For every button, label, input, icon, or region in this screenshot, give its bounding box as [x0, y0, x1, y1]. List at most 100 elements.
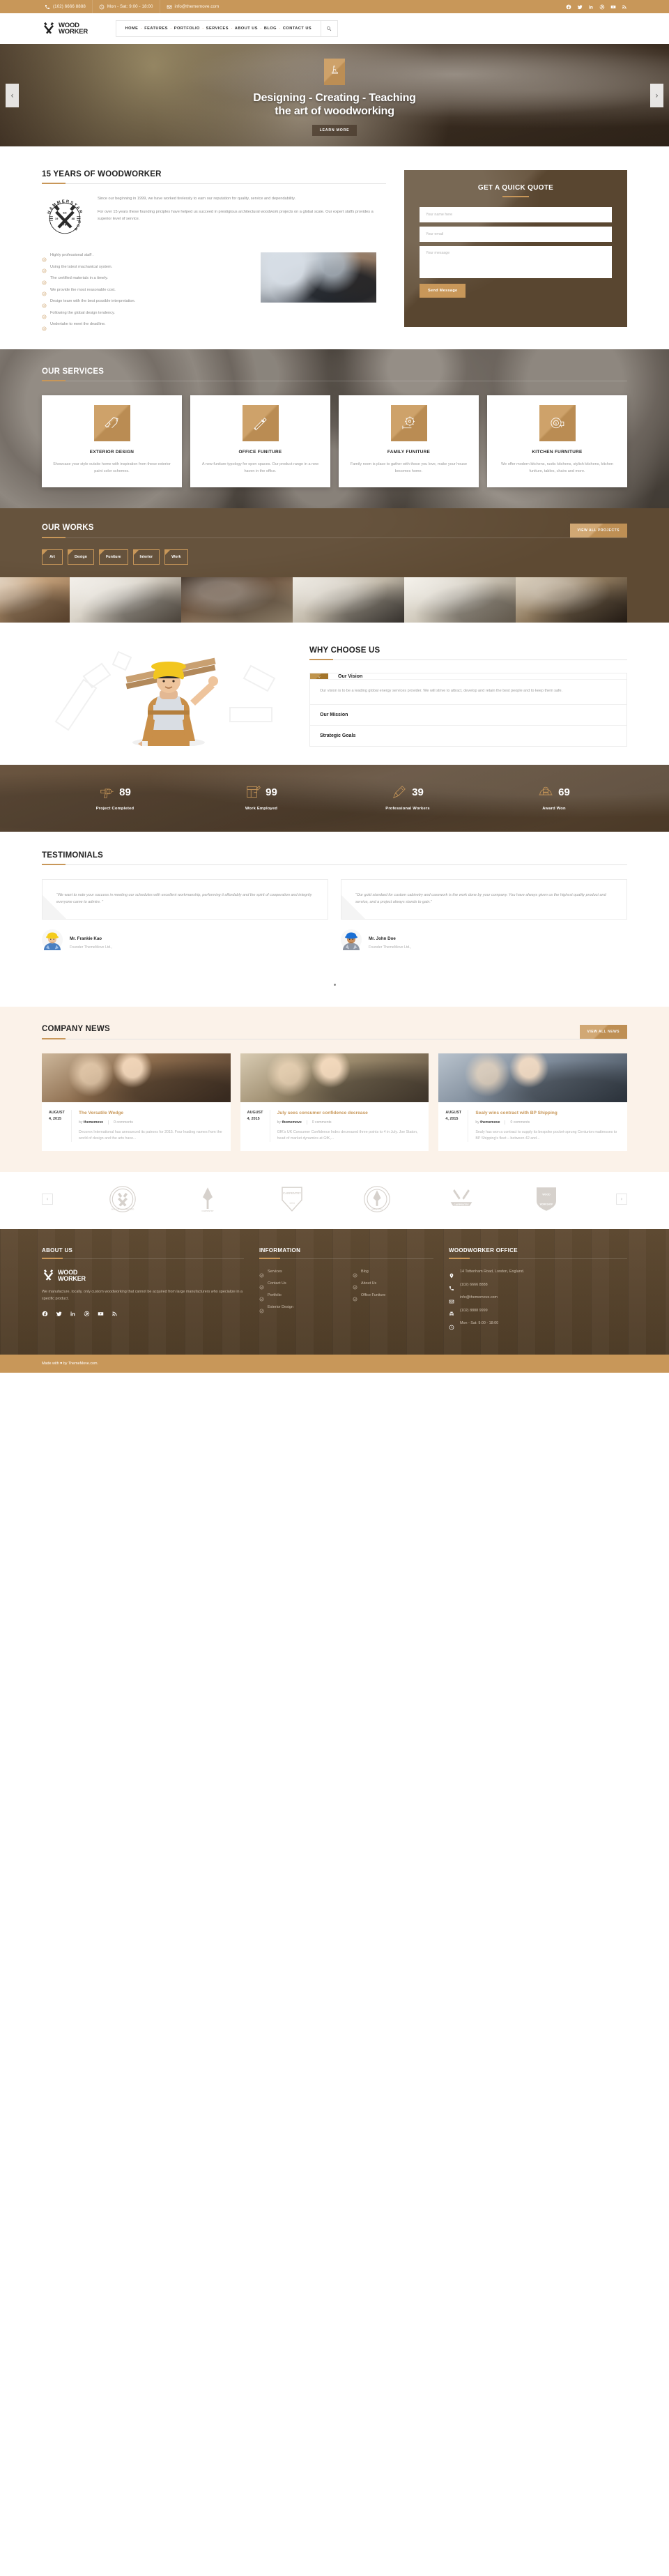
accordion-item-strategic-goals[interactable]: Strategic Goals [310, 725, 626, 746]
search-button[interactable] [320, 20, 337, 37]
social-youtube-icon[interactable] [98, 1311, 104, 1317]
social-linkedin-icon[interactable] [588, 4, 594, 10]
social-twitter-icon[interactable] [56, 1311, 62, 1317]
meta-divider [108, 1120, 109, 1125]
brands-carousel: ‹ QUALITY GUARANTEED CARPENTRY CARPENTRY… [0, 1172, 669, 1229]
view-all-news-button[interactable]: VIEW ALL NEWS [579, 1025, 627, 1039]
hero-prev-button[interactable]: ‹ [6, 83, 19, 107]
service-card-exterior-design[interactable]: EXTERIOR DESIGN Showcase your style outs… [42, 395, 182, 487]
nav-item-portfolio[interactable]: PORTFOLIO [171, 26, 202, 31]
brand-carpentry-axe[interactable]: CARPENTRY [193, 1184, 222, 1214]
brand-workshop-badge[interactable]: WOOD WORKSHOP [532, 1184, 561, 1214]
nav-item-home[interactable]: HOME [123, 26, 141, 31]
nav-item-features[interactable]: FEATURES [142, 26, 171, 31]
hero-learn-more-button[interactable]: LEARN MORE [312, 125, 357, 136]
brand-carpentry-ribbon[interactable]: CARPENTRY [447, 1184, 476, 1214]
site-logo[interactable]: WOOD WORKER [42, 22, 88, 36]
service-card-desc: We offer modern kitchens, rustic kitchen… [501, 462, 613, 473]
works-filter-design[interactable]: Design [68, 549, 94, 565]
gallery-item[interactable] [0, 577, 70, 623]
quote-send-message-button[interactable]: Send Message [420, 284, 466, 298]
view-all-projects-button[interactable]: VIEW ALL PROJECTS [569, 524, 627, 538]
news-comments[interactable]: 0 comments [114, 1120, 133, 1125]
news-card[interactable]: AUGUST 4, 2015 July sees consumer confid… [240, 1053, 429, 1151]
topbar-phone[interactable]: (102) 6666 8888 [42, 0, 92, 13]
footer-link-services[interactable]: Services [259, 1269, 340, 1278]
social-youtube-icon[interactable] [610, 4, 616, 10]
topbar-email[interactable]: info@thememove.com [159, 0, 226, 13]
copyright-suffix: by ThemeMove.com. [62, 1361, 99, 1366]
social-dribbble-icon[interactable] [84, 1311, 90, 1317]
accordion-item-our-mission[interactable]: Our Mission [310, 704, 626, 725]
testimonial-text: “Our gold standard for custom cabinetry … [355, 893, 606, 904]
check-circle-icon [259, 1281, 264, 1290]
hero-next-button[interactable]: › [650, 83, 663, 107]
site-header: WOOD WORKER HOME - FEATURES - PORTFOLIO … [0, 13, 669, 44]
counter-label: Work Employed [245, 807, 278, 811]
testimonials-pagination [42, 950, 627, 1007]
news-headline[interactable]: Sealy wins contract with BP Shipping [475, 1110, 620, 1117]
news-comments[interactable]: 0 comments [510, 1120, 530, 1125]
social-rss-icon[interactable] [112, 1311, 118, 1317]
gallery-item[interactable] [516, 577, 627, 623]
gallery-item[interactable] [70, 577, 181, 623]
heading-rule [42, 183, 386, 184]
nav-item-contact-us[interactable]: CONTACT US [280, 26, 314, 31]
social-rss-icon[interactable] [622, 4, 627, 10]
works-filter-interior[interactable]: Interior [132, 549, 160, 565]
social-dribbble-icon[interactable] [599, 4, 605, 10]
works-filter-art[interactable]: Art [42, 549, 63, 565]
works-filter-funiture[interactable]: Funiture [98, 549, 128, 565]
news-comments[interactable]: 0 comments [312, 1120, 332, 1125]
works-filter-work[interactable]: Work [164, 549, 188, 565]
news-card[interactable]: AUGUST 4, 2015 Sealy wins contract with … [438, 1053, 628, 1151]
checklist-item: Using the latest machanical system. [42, 264, 251, 273]
chainsaw-icon [93, 405, 130, 441]
footer-office-phone[interactable]: (102) 6666 8888 [449, 1282, 627, 1290]
footer-link-text: Blog [361, 1269, 369, 1274]
footer-link-blog[interactable]: Blog [353, 1269, 433, 1278]
nav-item-services[interactable]: SERVICES [203, 26, 231, 31]
service-card-office-funiture[interactable]: OFFICE FUNITURE A new funiture typology … [190, 395, 330, 487]
news-headline[interactable]: The Versatile Wedge [79, 1110, 224, 1117]
footer-link-office-funiture[interactable]: Office Funiture [353, 1293, 433, 1302]
brand-carpentry-shield[interactable]: CARPENTRY 1994 [277, 1184, 307, 1214]
gallery-item[interactable] [404, 577, 516, 623]
footer-logo[interactable]: WOOD WORKER [42, 1269, 244, 1282]
social-linkedin-icon[interactable] [70, 1311, 76, 1317]
why-title: WHY CHOOSE US [309, 646, 380, 655]
logo-line-2: WORKER [59, 28, 89, 36]
fax-icon [449, 1308, 454, 1316]
search-icon [326, 22, 332, 35]
brands-next-button[interactable]: › [615, 1194, 627, 1205]
brands-prev-button[interactable]: ‹ [42, 1194, 53, 1205]
gallery-item[interactable] [293, 577, 404, 623]
footer-office-email[interactable]: info@thememove.com [449, 1295, 627, 1303]
quote-name-input[interactable] [420, 207, 612, 222]
quote-email-input[interactable] [420, 227, 612, 242]
accordion-item-our-vision[interactable]: ⌄ Our Vision [310, 673, 626, 680]
footer-link-contact-us[interactable]: Contact Us [259, 1281, 340, 1290]
social-twitter-icon[interactable] [577, 4, 583, 10]
service-card-family-funiture[interactable]: FAMILY FUNITURE Family room is place to … [339, 395, 479, 487]
brand-since-2015[interactable]: SINCE 2015 [362, 1184, 392, 1214]
footer-link-exterior-design[interactable]: Exterior Design [259, 1304, 340, 1313]
news-headline[interactable]: July sees consumer confidence decrease [277, 1110, 422, 1117]
nav-item-blog[interactable]: BLOG [261, 26, 279, 31]
chisel-icon [392, 784, 407, 800]
testimonials-section: TESTIMONIALS “We want to note your succe… [0, 832, 669, 1007]
service-card-title: EXTERIOR DESIGN [89, 450, 134, 455]
footer-link-portfolio[interactable]: Portfolio [259, 1293, 340, 1302]
social-facebook-icon[interactable] [42, 1311, 48, 1317]
works-gallery [0, 577, 627, 623]
nav-item-about-us[interactable]: ABOUT US [232, 26, 260, 31]
social-facebook-icon[interactable] [566, 4, 571, 10]
service-card-kitchen-furniture[interactable]: 5 KITCHEN FURNITURE We offer modern kitc… [487, 395, 627, 487]
news-card[interactable]: AUGUST 4, 2015 The Versatile Wedge by th… [42, 1053, 231, 1151]
brand-quality-guaranteed[interactable]: QUALITY GUARANTEED [108, 1184, 137, 1214]
gallery-item[interactable] [181, 577, 293, 623]
footer-link-about-us[interactable]: About Us [353, 1281, 433, 1290]
pagination-dot[interactable] [333, 984, 336, 986]
checklist-text: Highly professional staff . [50, 253, 94, 257]
quote-message-textarea[interactable] [420, 246, 612, 278]
